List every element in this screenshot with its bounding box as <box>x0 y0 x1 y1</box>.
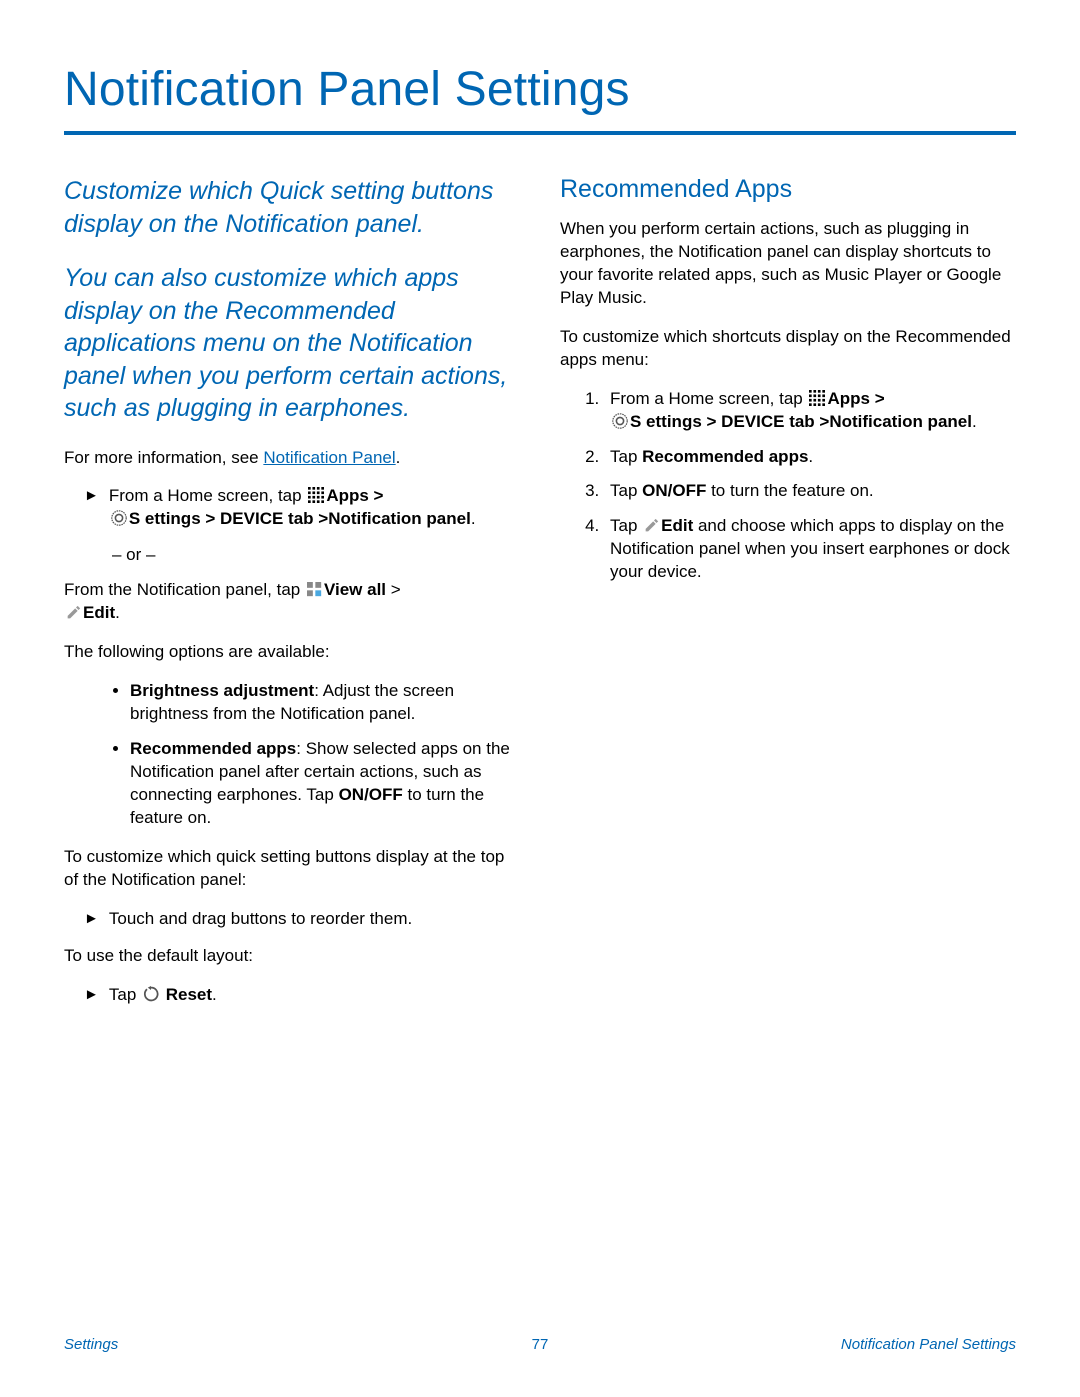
period-5: . <box>808 447 813 466</box>
apps-label: Apps <box>326 486 369 505</box>
option-brightness: Brightness adjustment: Adjust the screen… <box>130 680 520 726</box>
rec-step-2-prefix: Tap <box>610 447 642 466</box>
rec-step-4: Tap Edit and choose which apps to displa… <box>604 515 1016 584</box>
tap-word: Tap <box>109 985 141 1004</box>
arrow-icon: ► <box>84 908 99 931</box>
rec-paragraph-2: To customize which shortcuts display on … <box>560 326 1016 372</box>
rec-step-3-suffix: to turn the feature on. <box>706 481 873 500</box>
arrow-step-home: ► From a Home screen, tap Apps > S ettin… <box>84 485 520 531</box>
edit-label: Edit <box>83 603 115 622</box>
left-column: Customize which Quick setting buttons di… <box>64 175 520 1020</box>
rec-step-2: Tap Recommended apps. <box>604 446 1016 469</box>
apps-label: Apps <box>827 389 870 408</box>
period-3: . <box>212 985 217 1004</box>
home-tap-text: From a Home screen, tap <box>109 486 306 505</box>
notif-panel-label-2: Notification panel <box>829 412 972 431</box>
pencil-icon <box>66 605 81 620</box>
or-divider: – or – <box>112 545 520 565</box>
rec-paragraph-1: When you perform certain actions, such a… <box>560 218 1016 310</box>
rec-step-1-prefix: From a Home screen, tap <box>610 389 807 408</box>
view-all-label: View all <box>324 580 386 599</box>
device-tab-text: > DEVICE tab > <box>201 509 329 528</box>
reset-label: Reset <box>161 985 212 1004</box>
settings-label: S ettings <box>630 412 702 431</box>
device-tab-text: > DEVICE tab > <box>702 412 830 431</box>
recommended-apps-heading: Recommended Apps <box>560 175 1016 204</box>
reset-step-body: Tap Reset. <box>109 984 520 1007</box>
intro-paragraph-1: Customize which Quick setting buttons di… <box>64 175 520 240</box>
arrow-step-reset: ► Tap Reset. <box>84 984 520 1007</box>
gt-1: > <box>369 486 384 505</box>
rec-steps: From a Home screen, tap Apps > S ettings… <box>560 388 1016 585</box>
arrow-icon: ► <box>84 984 99 1007</box>
default-layout-text: To use the default layout: <box>64 945 520 968</box>
option-brightness-title: Brightness adjustment <box>130 681 314 700</box>
options-available: The following options are available: <box>64 641 520 664</box>
rec-step-4-prefix: Tap <box>610 516 642 535</box>
settings-label: S ettings <box>129 509 201 528</box>
customize-quick-text: To customize which quick setting buttons… <box>64 846 520 892</box>
title-rule <box>64 131 1016 135</box>
gt-3: > <box>870 389 885 408</box>
notif-panel-label-1: Notification panel <box>328 509 471 528</box>
from-panel-text: From the Notification panel, tap <box>64 580 305 599</box>
from-panel-step: From the Notification panel, tap View al… <box>64 579 520 625</box>
edit-label-2: Edit <box>661 516 693 535</box>
period-2: . <box>115 603 120 622</box>
gear-icon <box>612 413 628 429</box>
apps-icon <box>809 390 825 406</box>
gt-2: > <box>386 580 401 599</box>
reset-icon <box>143 986 159 1002</box>
page-footer: Settings 77 Notification Panel Settings <box>64 1336 1016 1353</box>
intro-paragraph-2: You can also customize which apps displa… <box>64 262 520 425</box>
more-info-suffix: . <box>396 448 401 467</box>
more-info-prefix: For more information, see <box>64 448 263 467</box>
arrow-icon: ► <box>84 485 99 531</box>
option-recommended: Recommended apps: Show selected apps on … <box>130 738 520 830</box>
recommended-apps-label: Recommended apps <box>642 447 808 466</box>
apps-icon <box>308 487 324 503</box>
onoff-label-1: ON/OFF <box>339 785 403 804</box>
two-column-layout: Customize which Quick setting buttons di… <box>64 175 1016 1020</box>
rec-step-3-prefix: Tap <box>610 481 642 500</box>
right-column: Recommended Apps When you perform certai… <box>560 175 1016 1020</box>
viewall-icon <box>307 582 322 597</box>
arrow-step-drag: ► Touch and drag buttons to reorder them… <box>84 908 520 931</box>
onoff-label-2: ON/OFF <box>642 481 706 500</box>
gear-icon <box>111 510 127 526</box>
rec-step-3: Tap ON/OFF to turn the feature on. <box>604 480 1016 503</box>
period-4: . <box>972 412 977 431</box>
rec-step-1: From a Home screen, tap Apps > S ettings… <box>604 388 1016 434</box>
more-info-line: For more information, see Notification P… <box>64 447 520 470</box>
pencil-icon <box>644 518 659 533</box>
period-1: . <box>471 509 476 528</box>
option-recommended-title: Recommended apps <box>130 739 296 758</box>
options-list: Brightness adjustment: Adjust the screen… <box>64 680 520 830</box>
page: Notification Panel Settings Customize wh… <box>0 0 1080 1397</box>
page-title: Notification Panel Settings <box>64 62 1016 117</box>
footer-page-number: 77 <box>64 1336 1016 1353</box>
arrow-step-home-body: From a Home screen, tap Apps > S ettings… <box>109 485 520 531</box>
notification-panel-link[interactable]: Notification Panel <box>263 448 395 467</box>
drag-desc: Touch and drag buttons to reorder them. <box>109 908 520 931</box>
